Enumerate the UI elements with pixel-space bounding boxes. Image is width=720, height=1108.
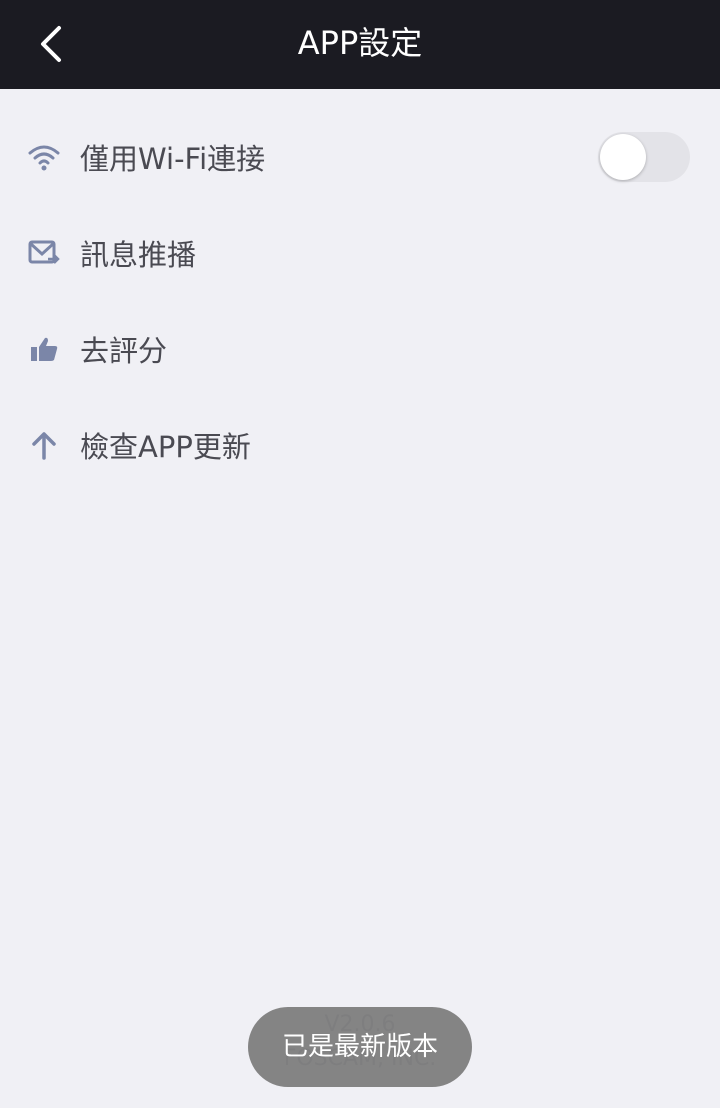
app-header: APP設定 bbox=[0, 0, 720, 89]
setting-message-push-label: 訊息推播 bbox=[80, 238, 197, 272]
setting-message-push[interactable]: 訊息推播 bbox=[0, 205, 720, 301]
setting-rate-app[interactable]: 去評分 bbox=[0, 301, 720, 397]
settings-list: 僅用Wi-Fi連接 訊息推播 去評分 檢查APP更新 bbox=[0, 89, 720, 493]
arrow-up-icon bbox=[28, 429, 60, 461]
toast-message: 已是最新版本 bbox=[248, 1007, 472, 1087]
thumbs-up-icon bbox=[28, 333, 60, 365]
toggle-knob bbox=[600, 134, 646, 180]
chevron-left-icon bbox=[41, 26, 61, 62]
setting-wifi-only-label: 僅用Wi-Fi連接 bbox=[80, 142, 266, 176]
setting-check-update-label: 檢查APP更新 bbox=[80, 430, 251, 464]
setting-wifi-only: 僅用Wi-Fi連接 bbox=[0, 109, 720, 205]
wifi-icon bbox=[28, 141, 60, 173]
setting-check-update[interactable]: 檢查APP更新 bbox=[0, 397, 720, 493]
setting-rate-app-label: 去評分 bbox=[80, 334, 168, 368]
wifi-only-toggle[interactable] bbox=[598, 132, 690, 182]
page-title: APP設定 bbox=[297, 24, 423, 62]
back-button[interactable] bbox=[22, 14, 82, 74]
message-push-icon bbox=[28, 237, 60, 269]
